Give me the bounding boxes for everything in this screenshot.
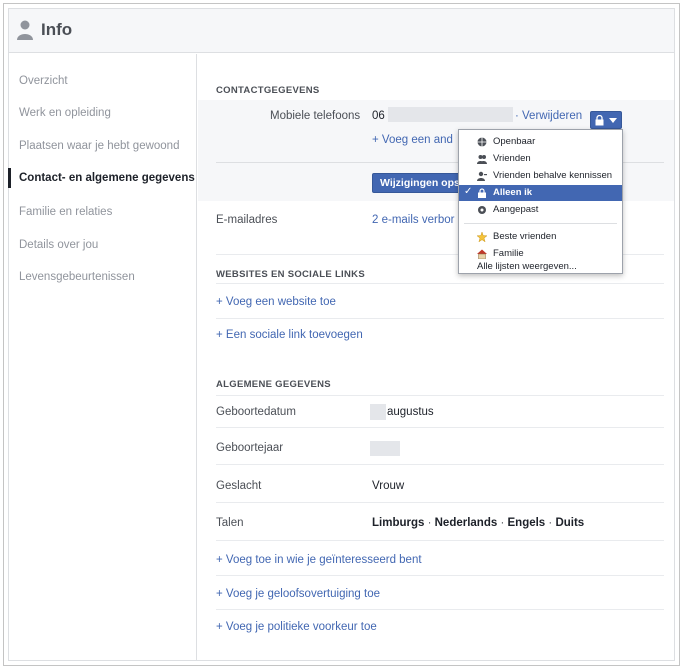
birthdate-value: augustus <box>387 406 434 418</box>
main-content: CONTACTGEGEVENS Mobiele telefoons 06 · V… <box>198 54 674 660</box>
birthyear-label: Geboortejaar <box>216 442 284 454</box>
languages-value: Limburgs · Nederlands · Engels · Duits <box>372 517 585 529</box>
sidebar-item-overzicht[interactable]: Overzicht <box>19 75 68 87</box>
blurred-phone-number <box>388 107 513 122</box>
general-heading: ALGEMENE GEGEVENS <box>216 379 331 390</box>
active-indicator <box>8 168 11 188</box>
star-icon <box>477 232 487 242</box>
sidebar-item-details-over-jou[interactable]: Details over jou <box>19 239 98 251</box>
contact-heading: CONTACTGEGEVENS <box>216 85 320 96</box>
language-item: Engels <box>507 517 546 529</box>
privacy-selector-button[interactable] <box>590 111 622 129</box>
privacy-option-label: Vrienden <box>493 153 531 164</box>
row-divider <box>216 283 664 284</box>
friends-except-icon <box>477 171 487 181</box>
add-politics-link[interactable]: + Voeg je politieke voorkeur toe <box>216 621 377 633</box>
friends-icon <box>477 155 487 164</box>
lock-icon <box>595 115 604 126</box>
row-divider <box>216 502 664 503</box>
row-divider <box>216 575 664 576</box>
birthdate-label: Geboortedatum <box>216 406 296 418</box>
screenshot-frame: Info Overzicht Werk en opleiding Plaatse… <box>3 3 680 666</box>
gender-value: Vrouw <box>372 480 405 492</box>
privacy-option-label: Aangepast <box>493 204 539 215</box>
language-item: Duits <box>555 517 585 529</box>
sidebar-item-plaatsen[interactable]: Plaatsen waar je hebt gewoond <box>19 140 179 152</box>
language-item: Nederlands <box>434 517 498 529</box>
add-website-link[interactable]: + Voeg een website toe <box>216 296 336 308</box>
row-divider <box>216 427 664 428</box>
row-divider <box>216 540 664 541</box>
privacy-option-alleen-ik[interactable]: ✓ Alleen ik <box>459 185 622 201</box>
page-header: Info <box>9 9 674 53</box>
sidebar-item-contact[interactable]: Contact- en algemene gegevens <box>19 172 195 184</box>
email-visibility-link[interactable]: 2 e-mails verbor <box>372 214 454 226</box>
row-divider <box>216 318 664 319</box>
privacy-option-openbaar[interactable]: Openbaar <box>459 134 622 150</box>
privacy-list-beste-vrienden[interactable]: Beste vrienden <box>459 229 622 245</box>
globe-icon <box>477 137 487 147</box>
privacy-option-aangepast[interactable]: Aangepast <box>459 202 622 218</box>
add-interested-in-link[interactable]: + Voeg toe in wie je geïnteresseerd bent <box>216 554 422 566</box>
privacy-list-label: Beste vrienden <box>493 231 557 242</box>
privacy-option-vrienden[interactable]: Vrienden <box>459 151 622 167</box>
privacy-option-label: Openbaar <box>493 136 536 147</box>
gender-label: Geslacht <box>216 480 262 492</box>
sidebar: Overzicht Werk en opleiding Plaatsen waa… <box>8 54 197 660</box>
add-phone-link[interactable]: + Voeg een and <box>372 134 453 146</box>
add-religion-link[interactable]: + Voeg je geloofsovertuiging toe <box>216 588 380 600</box>
info-panel: Info Overzicht Werk en opleiding Plaatse… <box>8 8 675 661</box>
row-divider <box>216 395 664 396</box>
remove-phone-link[interactable]: · Verwijderen <box>515 110 582 122</box>
lock-icon <box>478 188 486 198</box>
blurred-birth-day <box>370 404 386 420</box>
privacy-list-label: Familie <box>493 248 524 259</box>
privacy-option-label: Vrienden behalve kennissen <box>493 170 613 181</box>
person-icon <box>17 20 33 40</box>
mobile-label: Mobiele telefoons <box>270 110 361 122</box>
websites-heading: WEBSITES EN SOCIALE LINKS <box>216 269 365 280</box>
show-all-lists-link[interactable]: Alle lijsten weergeven... <box>477 261 577 272</box>
menu-divider <box>464 223 617 224</box>
row-divider <box>216 609 664 610</box>
add-social-link[interactable]: + Een sociale link toevoegen <box>216 329 363 341</box>
gear-icon <box>478 206 486 214</box>
sidebar-item-levensgebeurtenissen[interactable]: Levensgebeurtenissen <box>19 271 135 283</box>
mobile-value-prefix: 06 <box>372 110 385 122</box>
checkmark-icon: ✓ <box>464 186 473 197</box>
privacy-list-familie[interactable]: Familie <box>459 246 622 262</box>
blurred-birth-year <box>370 441 400 456</box>
sidebar-item-familie-en-relaties[interactable]: Familie en relaties <box>19 206 112 218</box>
sidebar-item-werk-en-opleiding[interactable]: Werk en opleiding <box>19 107 111 119</box>
page-title: Info <box>41 20 73 39</box>
house-icon <box>477 249 487 259</box>
privacy-option-vrienden-behalve-kennissen[interactable]: Vrienden behalve kennissen <box>459 168 622 184</box>
row-divider <box>216 464 664 465</box>
chevron-down-icon <box>609 118 617 123</box>
language-item: Limburgs <box>372 517 425 529</box>
languages-label: Talen <box>216 517 244 529</box>
privacy-dropdown-menu: Openbaar Vrienden Vrienden behalve kenni… <box>458 129 623 274</box>
email-label: E-mailadres <box>216 214 278 226</box>
privacy-option-label: Alleen ik <box>493 187 533 198</box>
